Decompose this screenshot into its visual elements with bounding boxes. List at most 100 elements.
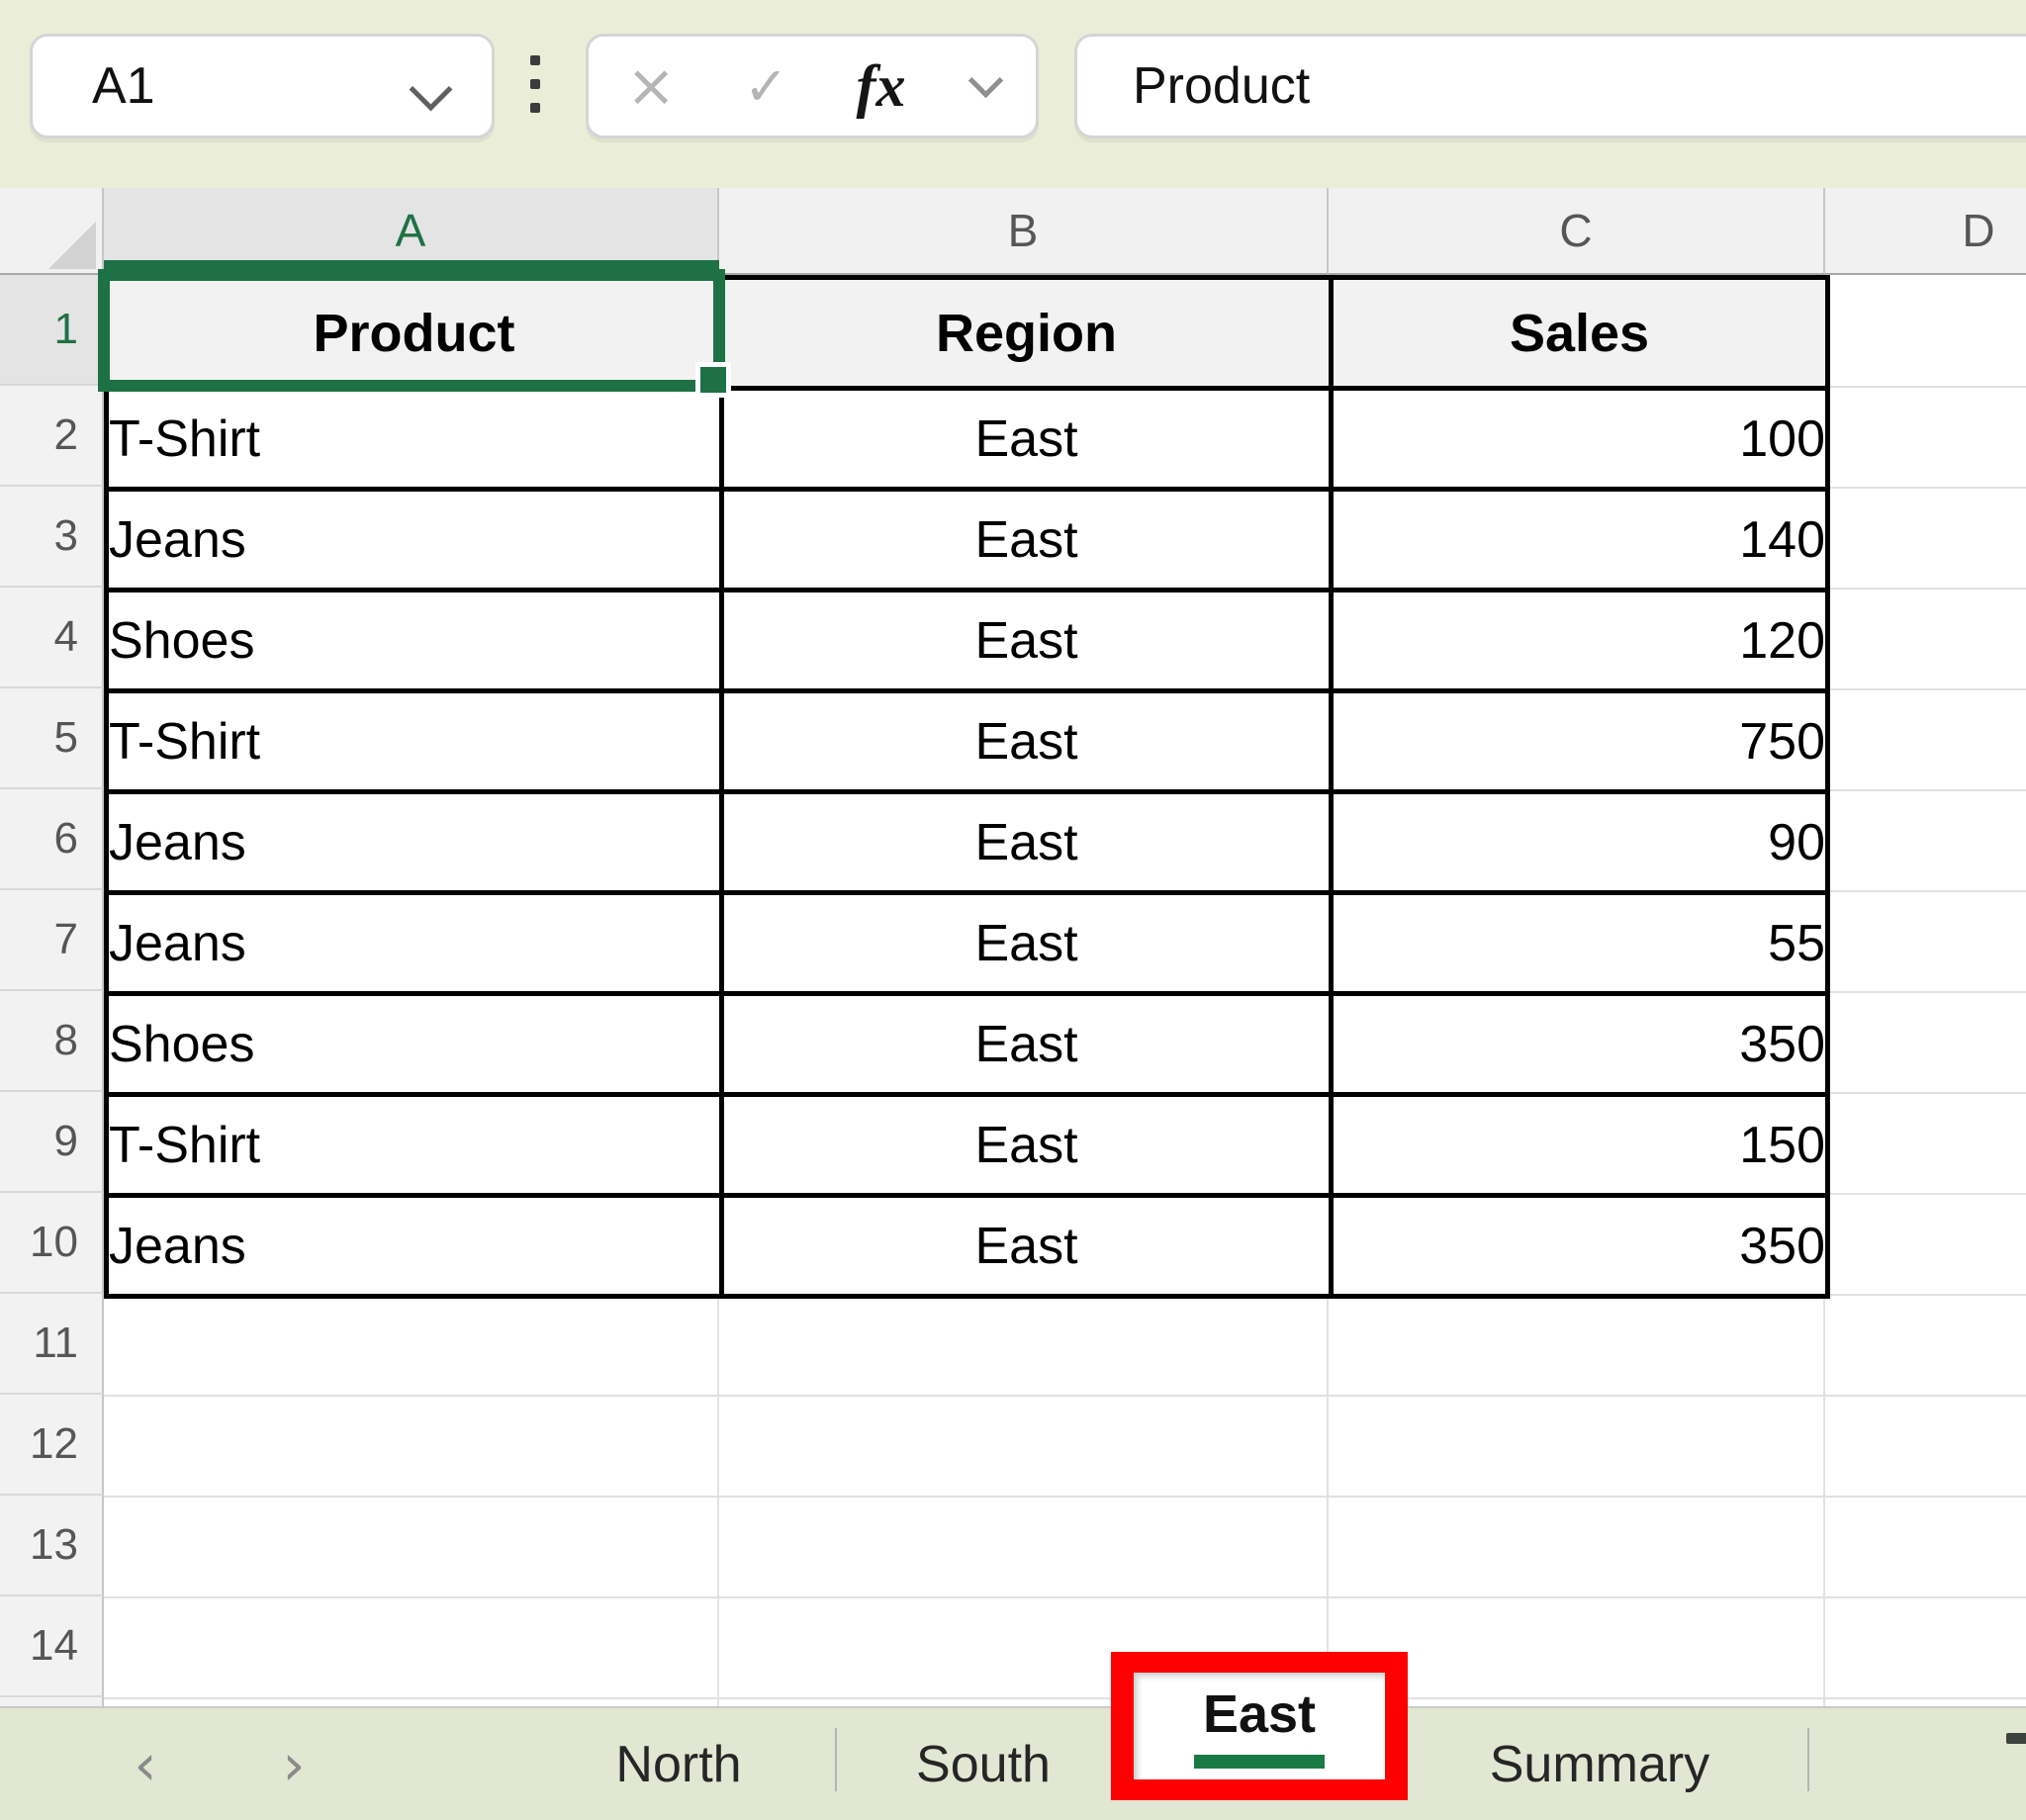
column-header-c[interactable]: C	[1329, 188, 1825, 275]
column-header-b[interactable]: B	[719, 188, 1329, 275]
add-sheet-icon-partial[interactable]	[2006, 1733, 2026, 1744]
sheet-nav-right-icon[interactable]: ›	[259, 1708, 328, 1820]
cell-c3[interactable]: 140	[1332, 490, 1828, 591]
cell-c9[interactable]: 150	[1332, 1095, 1828, 1196]
gridline	[1825, 487, 2026, 489]
row-header-14[interactable]: 14	[0, 1596, 104, 1697]
formula-bar-area: A1 × ✓ fx Product	[0, 0, 2026, 188]
gridline	[1825, 588, 2026, 590]
row-header-12[interactable]: 12	[0, 1395, 104, 1496]
cell-b6[interactable]: East	[722, 792, 1332, 893]
cell-c10[interactable]: 350	[1332, 1196, 1828, 1297]
row-header-3[interactable]: 3	[0, 487, 104, 588]
cell-a2[interactable]: T-Shirt	[107, 389, 722, 490]
cell-c8[interactable]: 350	[1332, 994, 1828, 1095]
gridline	[104, 1697, 2026, 1699]
gridline	[1823, 1294, 1825, 1706]
formula-buttons-group: × ✓ fx	[586, 34, 1039, 138]
gridline	[104, 1496, 2026, 1498]
gridline	[1825, 1092, 2026, 1094]
cell-b3[interactable]: East	[722, 490, 1332, 591]
table-row: Jeans East 350	[107, 1196, 1828, 1297]
cell-c1[interactable]: Sales	[1332, 278, 1828, 389]
gridline	[104, 1596, 2026, 1598]
cell-c4[interactable]: 120	[1332, 591, 1828, 691]
formula-input[interactable]: Product	[1074, 34, 2026, 138]
cell-a5[interactable]: T-Shirt	[107, 691, 722, 792]
row-header-1[interactable]: 1	[0, 275, 104, 386]
sheet-tab-south[interactable]: South	[860, 1708, 1107, 1820]
cell-a4[interactable]: Shoes	[107, 591, 722, 691]
sheet-tab-summary[interactable]: Summary	[1461, 1708, 1738, 1820]
cell-b4[interactable]: East	[722, 591, 1332, 691]
gridline	[1825, 890, 2026, 892]
row-header-2[interactable]: 2	[0, 386, 104, 487]
sheet-tab-north[interactable]: North	[555, 1708, 802, 1820]
gridline	[1825, 1294, 2026, 1296]
row-header-11[interactable]: 11	[0, 1294, 104, 1395]
tab-separator	[835, 1728, 837, 1791]
table-row: Product Region Sales	[107, 278, 1828, 389]
row-header-4[interactable]: 4	[0, 588, 104, 688]
cell-b8[interactable]: East	[722, 994, 1332, 1095]
row-header-6[interactable]: 6	[0, 789, 104, 890]
cancel-icon[interactable]: ×	[626, 51, 676, 121]
row-header-9[interactable]: 9	[0, 1092, 104, 1193]
gridline	[1825, 386, 2026, 388]
table-row: T-Shirt East 100	[107, 389, 1828, 490]
cell-b1[interactable]: Region	[722, 278, 1332, 389]
cell-a1[interactable]: Product	[107, 278, 722, 389]
name-box[interactable]: A1	[30, 34, 495, 138]
table-row: Jeans East 90	[107, 792, 1828, 893]
cell-a8[interactable]: Shoes	[107, 994, 722, 1095]
cell-a6[interactable]: Jeans	[107, 792, 722, 893]
spreadsheet-app: A1 × ✓ fx Product A B C D 1 2 3 4 5 6 7 …	[0, 0, 2026, 1820]
cell-c2[interactable]: 100	[1332, 389, 1828, 490]
sheet-tab-east[interactable]: East	[1134, 1673, 1385, 1779]
cell-c7[interactable]: 55	[1332, 893, 1828, 994]
table-row: Shoes East 120	[107, 591, 1828, 691]
tab-separator	[1807, 1728, 1809, 1791]
cell-c6[interactable]: 90	[1332, 792, 1828, 893]
cell-b9[interactable]: East	[722, 1095, 1332, 1196]
cell-c5[interactable]: 750	[1332, 691, 1828, 792]
select-all-corner[interactable]	[0, 188, 104, 275]
gridline	[1825, 789, 2026, 791]
row-header-10[interactable]: 10	[0, 1193, 104, 1294]
sheet-nav-left-icon[interactable]: ‹	[111, 1708, 180, 1820]
row-header-5[interactable]: 5	[0, 688, 104, 789]
cell-a3[interactable]: Jeans	[107, 490, 722, 591]
name-box-chevron-down-icon[interactable]	[410, 68, 453, 112]
gridline	[1825, 991, 2026, 993]
cell-b7[interactable]: East	[722, 893, 1332, 994]
row-header-8[interactable]: 8	[0, 991, 104, 1092]
row-header-15-partial[interactable]	[0, 1697, 104, 1706]
gridline	[104, 1395, 2026, 1397]
table-row: T-Shirt East 750	[107, 691, 1828, 792]
table-row: Shoes East 350	[107, 994, 1828, 1095]
cell-b10[interactable]: East	[722, 1196, 1332, 1297]
enter-icon[interactable]: ✓	[744, 55, 788, 118]
table-row: T-Shirt East 150	[107, 1095, 1828, 1196]
column-header-d[interactable]: D	[1825, 188, 2026, 275]
data-table: Product Region Sales T-Shirt East 100 Je…	[104, 275, 1830, 1299]
fx-chevron-down-icon[interactable]	[968, 62, 1003, 97]
row-header-13[interactable]: 13	[0, 1496, 104, 1596]
row-header-7[interactable]: 7	[0, 890, 104, 991]
red-highlight-annotation: East	[1111, 1652, 1408, 1800]
cell-b2[interactable]: East	[722, 389, 1332, 490]
cell-a9[interactable]: T-Shirt	[107, 1095, 722, 1196]
formula-input-value: Product	[1077, 56, 1310, 116]
name-box-value: A1	[33, 56, 155, 116]
cell-a10[interactable]: Jeans	[107, 1196, 722, 1297]
table-row: Jeans East 55	[107, 893, 1828, 994]
insert-function-fx-icon[interactable]: fx	[857, 52, 906, 121]
corner-triangle-icon	[48, 222, 96, 269]
sheet-tab-east-label: East	[1203, 1684, 1316, 1745]
selected-column-indicator	[104, 260, 719, 275]
gridline	[1825, 1193, 2026, 1195]
gridline	[1327, 1294, 1329, 1706]
active-tab-underline	[1194, 1755, 1325, 1769]
cell-a7[interactable]: Jeans	[107, 893, 722, 994]
cell-b5[interactable]: East	[722, 691, 1332, 792]
